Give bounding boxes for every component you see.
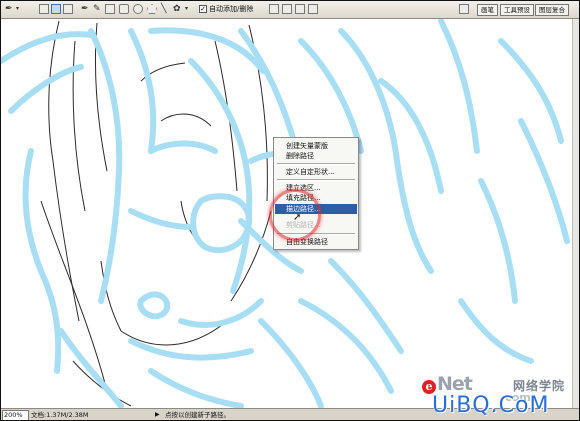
tab-brushes[interactable]: 画笔 (477, 4, 498, 16)
palette-well-icon[interactable] (459, 4, 469, 14)
fill-pixels-icon[interactable] (63, 4, 73, 14)
path-subtract-icon[interactable] (282, 4, 292, 14)
tool-preset-dropdown-icon[interactable]: ▾ (16, 3, 19, 15)
shape-layers-icon[interactable] (39, 4, 49, 14)
menu-separator (277, 163, 355, 165)
auto-add-delete-checkbox[interactable]: ✓ (199, 5, 207, 13)
tab-tool-presets[interactable]: 工具预设 (500, 4, 534, 16)
menu-separator (277, 179, 355, 181)
menu-item-delete-path[interactable]: 删除路径 (275, 151, 357, 161)
path-intersect-icon[interactable] (295, 4, 305, 14)
line-tool-icon[interactable]: ╲ (161, 3, 166, 15)
rounded-rectangle-tool-icon[interactable] (119, 4, 129, 14)
polygon-tool-icon[interactable] (147, 4, 157, 14)
menu-item-make-vector-mask[interactable]: 创建矢量蒙版 (275, 141, 357, 151)
tool-hint-text: 点按以创建新子路径。 (165, 411, 230, 419)
auto-add-delete-label: 自动添加/删除 (209, 5, 254, 13)
tab-layer-comps[interactable]: 图层复合 (535, 4, 569, 16)
watermark-e-logo: e (422, 380, 436, 394)
photoshop-window: ✒ ▾ ✒ ✎ ╲ ✿ ▾ ✓ 自动添加/删除 画笔 工具预设 图层复合 创建矢… (0, 0, 580, 421)
paths-mode-icon[interactable] (51, 4, 61, 14)
status-menu-arrow-icon[interactable]: ▶ (155, 409, 160, 420)
vertical-scrollbar[interactable] (572, 19, 579, 408)
pen-tool-icon[interactable]: ✒ (5, 3, 13, 15)
geometry-options-icon[interactable]: ▾ (185, 3, 188, 15)
menu-item-define-custom-shape[interactable]: 定义自定形状... (275, 167, 357, 177)
custom-shape-tool-icon[interactable]: ✿ (173, 3, 181, 15)
path-exclude-icon[interactable] (308, 4, 318, 14)
rectangle-tool-icon[interactable] (105, 4, 115, 14)
ellipse-tool-icon[interactable] (133, 4, 143, 14)
options-bar: ✒ ▾ ✒ ✎ ╲ ✿ ▾ ✓ 自动添加/删除 画笔 工具预设 图层复合 (1, 1, 579, 19)
zoom-level-field[interactable]: 200% (2, 410, 29, 420)
arrow-cursor-icon: ➚ (293, 212, 302, 223)
freeform-pen-icon[interactable]: ✎ (93, 3, 101, 15)
document-size-info[interactable]: 文档:1.37M/2.38M (31, 409, 89, 420)
pen-icon[interactable]: ✒ (81, 3, 89, 15)
watermark-uibq: UiBQ.CoM (432, 393, 550, 418)
path-add-icon[interactable] (269, 4, 279, 14)
watermark-net: Net (437, 373, 473, 395)
